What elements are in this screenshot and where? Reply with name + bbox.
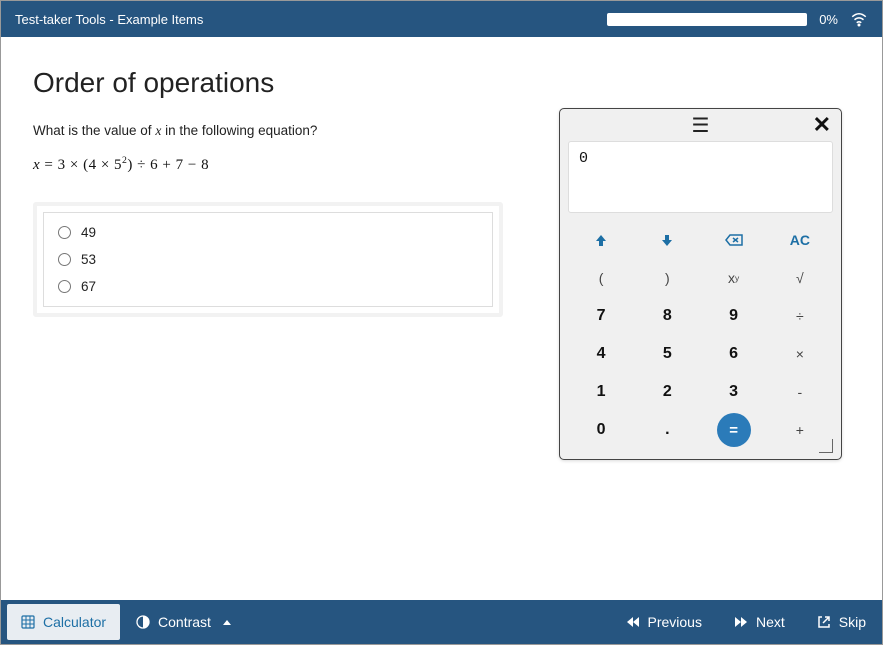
external-link-icon	[817, 615, 831, 629]
prompt-pre: What is the value of	[33, 123, 155, 138]
question-title: Order of operations	[33, 67, 503, 99]
calc-9[interactable]: 9	[701, 297, 767, 335]
forward-icon	[734, 615, 748, 629]
question-prompt: What is the value of x in the following …	[33, 123, 503, 139]
skip-label: Skip	[839, 614, 866, 630]
calc-mul[interactable]: ×	[767, 335, 833, 373]
choice-label: 49	[81, 225, 96, 240]
choice-label: 53	[81, 252, 96, 267]
calc-sub[interactable]: -	[767, 373, 833, 411]
calculator-display: 0	[568, 141, 833, 213]
calc-8[interactable]: 8	[634, 297, 700, 335]
calc-div[interactable]: ÷	[767, 297, 833, 335]
calc-5[interactable]: 5	[634, 335, 700, 373]
calculator-panel[interactable]: ☰ ✕ 0 AC()xy√789÷456×123-0.=+	[559, 108, 842, 460]
calc-sqrt[interactable]: √	[767, 259, 833, 297]
prompt-post: in the following equation?	[161, 123, 317, 138]
skip-button[interactable]: Skip	[801, 600, 882, 644]
next-button[interactable]: Next	[718, 600, 801, 644]
contrast-button[interactable]: Contrast	[120, 600, 247, 644]
calc-3[interactable]: 3	[701, 373, 767, 411]
calc-pow[interactable]: xy	[701, 259, 767, 297]
radio-icon[interactable]	[58, 280, 71, 293]
calc-ac[interactable]: AC	[767, 221, 833, 259]
previous-button[interactable]: Previous	[610, 600, 718, 644]
calc-2[interactable]: 2	[634, 373, 700, 411]
choice-option[interactable]: 53	[54, 246, 482, 273]
calc-eq[interactable]: =	[717, 413, 751, 447]
calc-6[interactable]: 6	[701, 335, 767, 373]
next-label: Next	[756, 614, 785, 630]
calc-4[interactable]: 4	[568, 335, 634, 373]
choice-option[interactable]: 49	[54, 219, 482, 246]
footer-bar: Calculator Contrast Previous Next	[1, 600, 882, 644]
radio-icon[interactable]	[58, 226, 71, 239]
app-window: Test-taker Tools - Example Items 0% Orde…	[0, 0, 883, 645]
calc-rparen[interactable]: )	[634, 259, 700, 297]
calc-backspace[interactable]	[701, 221, 767, 259]
question-equation: x = 3 × (4 × 52) ÷ 6 + 7 − 8	[33, 155, 503, 174]
choice-label: 67	[81, 279, 96, 294]
wifi-icon	[850, 10, 868, 28]
calc-dot[interactable]: .	[634, 411, 700, 449]
choices-inner: 49 53 67	[43, 212, 493, 307]
main-content: Order of operations What is the value of…	[1, 37, 882, 600]
calculator-keys: AC()xy√789÷456×123-0.=+	[560, 217, 841, 459]
calc-lparen[interactable]: (	[568, 259, 634, 297]
progress-wrap: 0%	[607, 10, 868, 28]
contrast-icon	[136, 615, 150, 629]
question-area: Order of operations What is the value of…	[33, 67, 503, 317]
contrast-label: Contrast	[158, 614, 211, 630]
calc-0[interactable]: 0	[568, 411, 634, 449]
progress-bar	[607, 13, 807, 26]
calculator-icon	[21, 615, 35, 629]
rewind-icon	[626, 615, 640, 629]
menu-icon[interactable]: ☰	[692, 113, 710, 138]
close-icon[interactable]: ✕	[813, 112, 831, 138]
resize-handle-icon[interactable]	[819, 439, 833, 453]
progress-percent: 0%	[819, 12, 838, 27]
header-title: Test-taker Tools - Example Items	[15, 12, 607, 27]
calc-1[interactable]: 1	[568, 373, 634, 411]
previous-label: Previous	[648, 614, 702, 630]
calc-7[interactable]: 7	[568, 297, 634, 335]
chevron-up-icon	[223, 620, 231, 625]
footer-spacer	[247, 600, 610, 644]
header-bar: Test-taker Tools - Example Items 0%	[1, 1, 882, 37]
calculator-button[interactable]: Calculator	[7, 604, 120, 640]
radio-icon[interactable]	[58, 253, 71, 266]
calculator-titlebar[interactable]: ☰ ✕	[560, 109, 841, 141]
calc-down[interactable]	[634, 221, 700, 259]
calc-up[interactable]	[568, 221, 634, 259]
choices-container: 49 53 67	[33, 202, 503, 317]
calculator-label: Calculator	[43, 614, 106, 630]
choice-option[interactable]: 67	[54, 273, 482, 300]
